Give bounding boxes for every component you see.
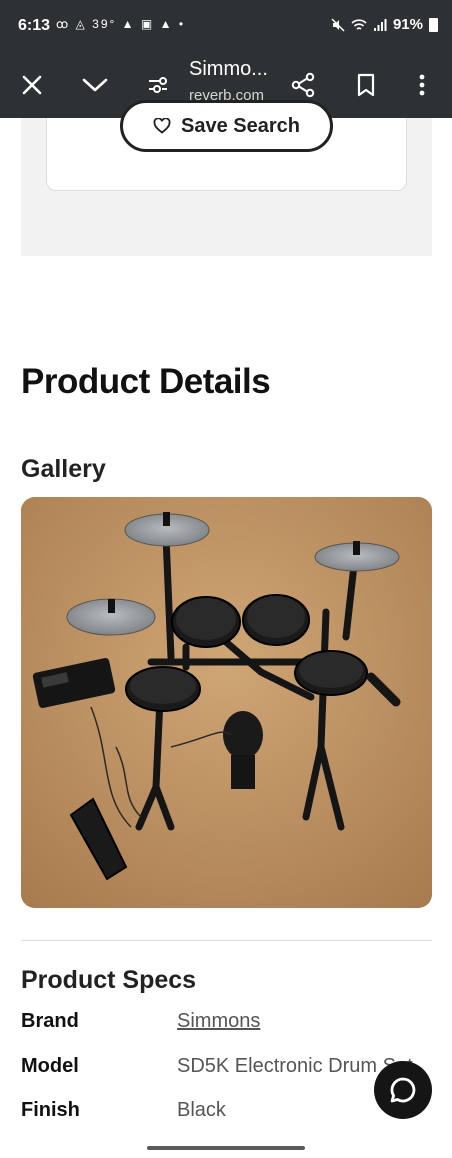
section-divider	[21, 940, 432, 941]
spec-row-brand: Brand Simmons	[21, 1010, 441, 1038]
home-handle[interactable]	[147, 1146, 305, 1150]
product-details-heading: Product Details	[21, 362, 271, 401]
status-icons-left: ꝏ ◬ 39° ▲ ▣ ▲ •	[56, 17, 185, 31]
voicemail-icon: ꝏ	[56, 17, 71, 31]
page-title[interactable]: Simmo...	[189, 58, 268, 81]
chat-bubble-icon	[390, 1077, 416, 1103]
share-icon[interactable]	[285, 67, 321, 103]
alert-icon: ▲	[121, 17, 136, 31]
save-search-label: Save Search	[181, 114, 300, 137]
photos-icon: ◬	[75, 17, 87, 31]
more-vert-icon[interactable]	[404, 67, 440, 103]
image-icon: ▣	[140, 17, 155, 31]
close-icon[interactable]	[14, 67, 50, 103]
spec-value: Black	[177, 1099, 226, 1121]
battery-percent: 91%	[392, 16, 423, 33]
wifi-icon	[351, 18, 367, 30]
alert-icon: ▲	[159, 17, 174, 31]
product-specs-heading: Product Specs	[21, 966, 197, 994]
chat-button[interactable]	[374, 1061, 432, 1119]
heart-icon	[153, 118, 171, 134]
gallery-heading: Gallery	[21, 455, 106, 483]
mute-icon	[331, 17, 345, 32]
signal-icon	[373, 18, 387, 31]
chevron-down-icon[interactable]	[77, 67, 113, 103]
brand-link[interactable]: Simmons	[177, 1010, 260, 1033]
gallery-image[interactable]	[21, 497, 432, 908]
status-bar: 6:13 ꝏ ◬ 39° ▲ ▣ ▲ • 91%	[0, 0, 452, 52]
bookmark-icon[interactable]	[348, 67, 384, 103]
status-time: 6:13	[18, 17, 51, 34]
drum-kit-photo	[21, 497, 432, 908]
battery-icon	[429, 17, 438, 32]
status-icons-right: 91%	[331, 16, 438, 33]
page-settings-icon[interactable]	[140, 67, 176, 103]
system-nav-bar	[0, 1138, 452, 1158]
spec-label: Model	[21, 1055, 79, 1077]
dot-icon: •	[178, 17, 186, 31]
spec-label: Brand	[21, 1010, 79, 1032]
spec-label: Finish	[21, 1099, 80, 1121]
weather-temperature: 39°	[92, 17, 117, 31]
save-search-button[interactable]: Save Search	[120, 100, 333, 152]
